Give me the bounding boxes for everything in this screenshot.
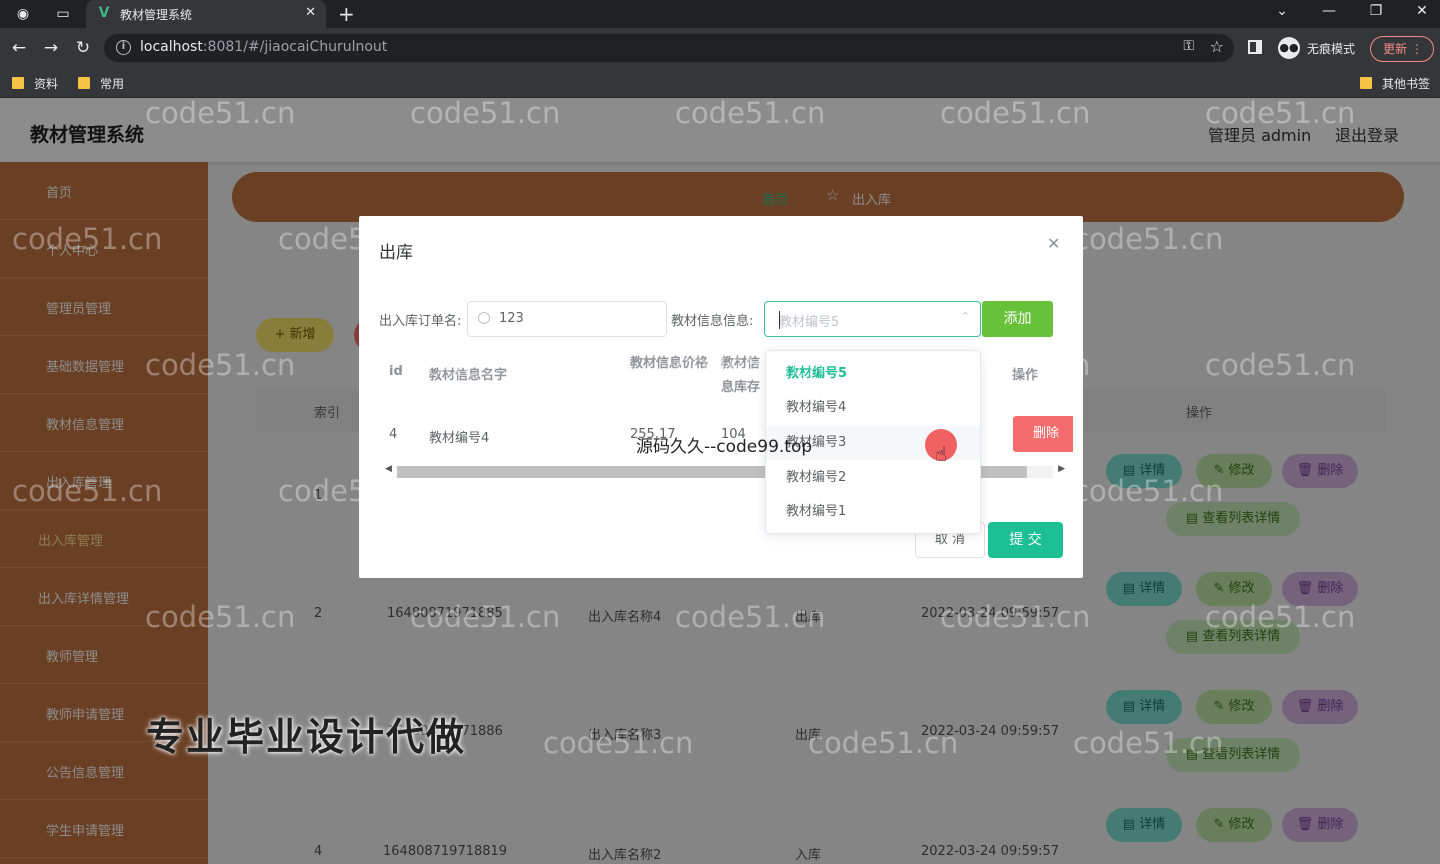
bookmark-folder-2[interactable]: 常用 bbox=[78, 75, 124, 92]
bookmarks-bar: 资料 常用 其他书签 bbox=[0, 68, 1440, 98]
textbook-select[interactable]: 教材编号5 ⌃ bbox=[764, 301, 981, 337]
order-name-input[interactable]: 123 bbox=[467, 301, 667, 337]
select-option[interactable]: 教材编号5 bbox=[766, 357, 980, 391]
url-omnibox[interactable]: i localhost:8081/#/jiaocaiChurulnout ⚿ ☆ bbox=[104, 34, 1234, 62]
col-stock: 教材信息库存 bbox=[721, 356, 761, 395]
dialog-close-icon[interactable]: ✕ bbox=[1047, 234, 1060, 253]
minimize-icon[interactable]: — bbox=[1317, 3, 1341, 19]
add-textbook-button[interactable]: 添加 bbox=[982, 301, 1053, 337]
watermark-center: 源码久久--code99.top bbox=[636, 437, 813, 457]
other-bookmarks[interactable]: 其他书签 bbox=[1360, 75, 1430, 92]
scroll-right-icon[interactable]: ▶ bbox=[1058, 464, 1065, 474]
bookmark-folder-1[interactable]: 资料 bbox=[12, 75, 58, 92]
browser-menu-icon[interactable]: ◉ bbox=[14, 5, 32, 23]
side-panel-icon[interactable] bbox=[1248, 40, 1262, 54]
bookmark-star-icon[interactable]: ☆ bbox=[1210, 37, 1224, 56]
col-price: 教材信息价格 bbox=[630, 356, 709, 371]
cell-name: 教材编号4 bbox=[429, 431, 490, 446]
folder-icon bbox=[12, 77, 24, 89]
col-name: 教材信息名字 bbox=[429, 368, 508, 383]
incognito-icon[interactable]: ●● bbox=[1278, 37, 1300, 59]
password-key-icon[interactable]: ⚿ bbox=[1183, 38, 1194, 54]
col-id: id bbox=[389, 364, 403, 379]
folder-icon bbox=[78, 77, 90, 89]
select-option[interactable]: 教材编号2 bbox=[766, 461, 980, 495]
incognito-label: 无痕模式 bbox=[1307, 42, 1356, 56]
browser-tab-bar: ◉ ▭ V 教材管理系统 ✕ + ⌄ — ❐ ✕ bbox=[0, 0, 1440, 28]
site-info-icon[interactable]: i bbox=[116, 40, 131, 55]
tab-title: 教材管理系统 bbox=[120, 8, 193, 22]
window-close-icon[interactable]: ✕ bbox=[1410, 3, 1434, 19]
reload-icon[interactable]: ↻ bbox=[73, 38, 93, 58]
folder-icon bbox=[1360, 77, 1372, 89]
text-caret bbox=[779, 311, 780, 329]
browser-tab-active[interactable]: V 教材管理系统 ✕ bbox=[86, 0, 326, 28]
chevron-up-icon: ⌃ bbox=[960, 310, 970, 323]
row-delete-button[interactable]: 删除 bbox=[1013, 416, 1073, 452]
dialog-title: 出库 bbox=[379, 243, 413, 263]
scroll-left-icon[interactable]: ◀ bbox=[385, 464, 392, 474]
tab-search-icon[interactable]: ▭ bbox=[54, 5, 72, 23]
search-icon bbox=[478, 312, 490, 324]
restore-icon[interactable]: ❐ bbox=[1364, 3, 1388, 19]
col-operation: 操作 bbox=[1012, 368, 1039, 383]
select-option[interactable]: 教材编号4 bbox=[766, 391, 980, 425]
url-text[interactable]: localhost:8081/#/jiaocaiChurulnout bbox=[140, 39, 387, 55]
back-arrow-icon[interactable]: ← bbox=[9, 38, 29, 58]
hand-cursor-icon: ☝ bbox=[935, 442, 948, 466]
tab-close-icon[interactable]: ✕ bbox=[305, 5, 316, 20]
browser-address-bar: ← → ↻ i localhost:8081/#/jiaocaiChurulno… bbox=[0, 28, 1440, 68]
select-option[interactable]: 教材编号1 bbox=[766, 495, 980, 529]
cell-id: 4 bbox=[389, 427, 398, 442]
watermark-bottom: 专业毕业设计代做 bbox=[146, 715, 467, 759]
tab-list-chevron-icon[interactable]: ⌄ bbox=[1270, 3, 1294, 19]
vue-logo-icon: V bbox=[98, 5, 110, 21]
new-tab-plus-icon[interactable]: + bbox=[338, 2, 355, 26]
textbook-info-label: 教材信息信息: bbox=[671, 314, 754, 329]
forward-arrow-icon[interactable]: → bbox=[41, 38, 61, 58]
submit-button[interactable]: 提 交 bbox=[988, 522, 1063, 558]
browser-update-button[interactable]: 更新 ⋮ bbox=[1370, 36, 1434, 62]
order-name-label: 出入库订单名: bbox=[379, 314, 462, 329]
